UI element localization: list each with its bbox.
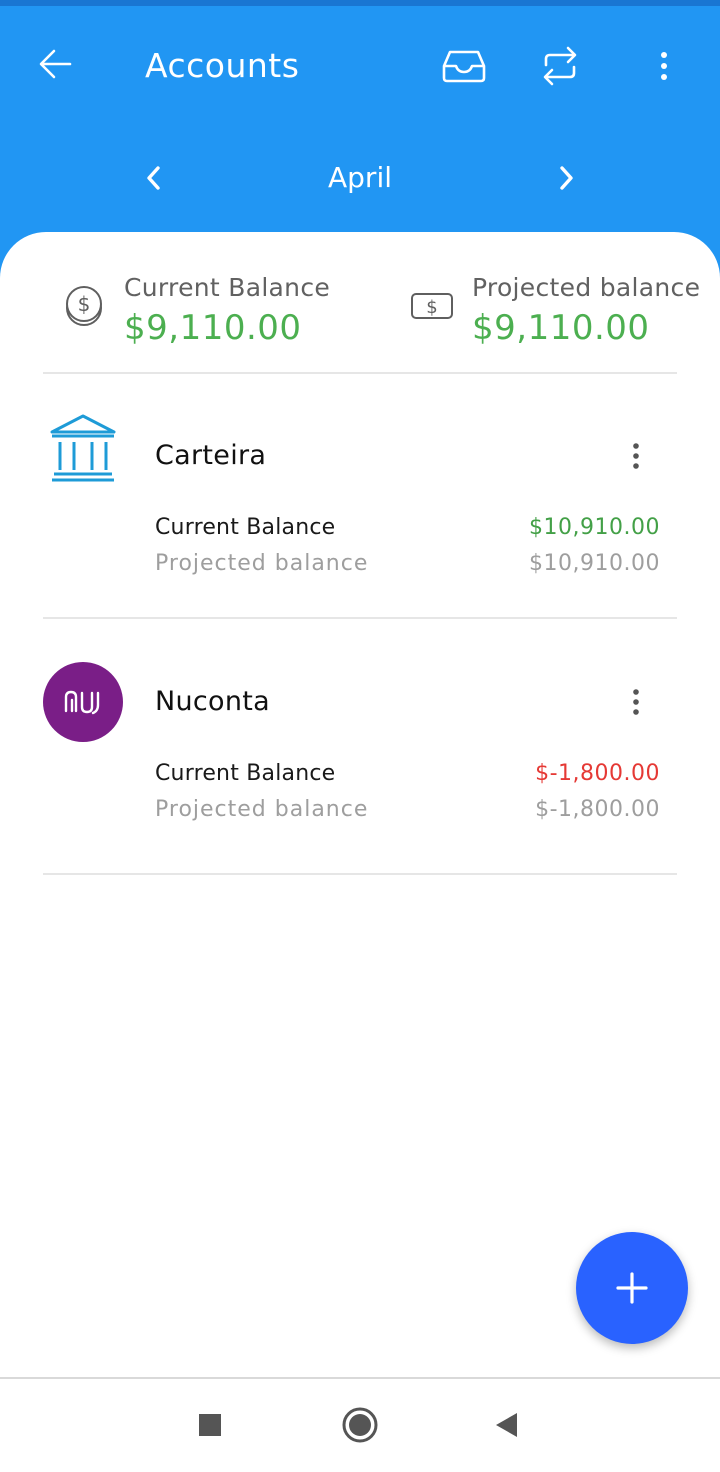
projected-balance-value: $10,910.00 [529,551,660,576]
account-card-nuconta[interactable]: Nuconta Current Balance $-1,800.00 Proje… [0,626,720,856]
summary-projected-label: Projected balance [472,273,701,302]
account-name: Nuconta [155,686,271,717]
bank-icon [43,408,123,488]
more-vertical-icon [661,52,667,80]
chevron-left-icon [147,166,160,190]
projected-balance-label: Projected balance [155,797,369,822]
divider [43,617,677,619]
next-month-button[interactable] [540,152,592,204]
transfer-button[interactable] [532,38,588,94]
current-balance-value: $-1,800.00 [535,761,660,786]
summary-current-value: $9,110.00 [124,308,302,348]
recents-square-icon [199,1414,221,1436]
projected-balance-value: $-1,800.00 [535,797,660,822]
more-vertical-icon [633,689,639,715]
account-options-button[interactable] [612,676,660,728]
inbox-icon [442,50,486,83]
projected-balance-label: Projected balance [155,551,369,576]
back-triangle-icon [496,1413,517,1437]
current-balance-value: $10,910.00 [529,515,660,540]
summary-current-balance: $ Current Balance $9,110.00 [62,268,362,358]
account-name: Carteira [155,440,267,471]
summary-projected-value: $9,110.00 [472,308,650,348]
page-title: Accounts [145,46,300,85]
previous-month-button[interactable] [128,152,180,204]
app-header: Accounts April [0,6,720,256]
account-card-carteira[interactable]: Carteira Current Balance $10,910.00 Proj… [0,380,720,610]
inbox-button[interactable] [436,38,492,94]
home-button[interactable] [336,1401,384,1449]
system-back-button[interactable] [482,1401,530,1449]
swap-arrows-icon [543,46,577,86]
month-label: April [328,161,392,194]
account-options-button[interactable] [612,430,660,482]
more-vertical-icon [633,443,639,469]
overflow-menu-button[interactable] [636,38,692,94]
current-balance-label: Current Balance [155,761,336,786]
nubank-logo [43,662,123,742]
plus-icon [616,1272,648,1304]
dollar-coin-icon: $ [62,284,106,328]
recents-button[interactable] [186,1401,234,1449]
home-circle-icon [342,1407,378,1443]
summary-current-label: Current Balance [124,273,331,302]
divider [43,372,677,374]
back-button[interactable] [28,36,84,92]
arrow-left-icon [39,49,72,79]
summary-projected-balance: $ Projected balance $9,110.00 [410,268,710,358]
dollar-bill-icon: $ [410,284,454,328]
svg-text:$: $ [78,292,91,316]
system-navigation-bar [0,1377,720,1472]
chevron-right-icon [560,166,573,190]
current-balance-label: Current Balance [155,515,336,540]
add-account-button[interactable] [576,1232,688,1344]
svg-text:$: $ [426,297,437,318]
divider [43,873,677,875]
